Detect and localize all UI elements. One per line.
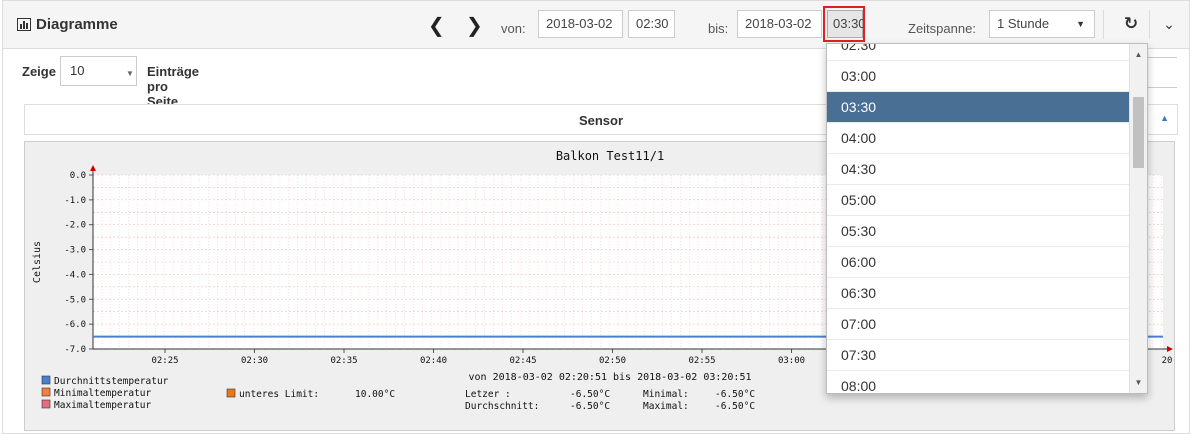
- y-tick-label: -2.0: [64, 221, 86, 231]
- legend-swatch: [41, 387, 51, 397]
- time-dropdown[interactable]: 02:30 03:00 03:30 04:00 04:30 05:00 05:30 06:00…: [826, 43, 1148, 394]
- stat-value: -6.50°C: [570, 389, 610, 400]
- refresh-icon[interactable]: ↻: [1117, 10, 1145, 38]
- panel-title: Diagramme: [36, 16, 118, 33]
- legend-swatch: [41, 399, 51, 409]
- to-date-input[interactable]: 2018-03-02: [737, 10, 822, 38]
- x-tick-label: 02:45: [509, 356, 536, 366]
- chevron-down-icon[interactable]: ⌄: [1155, 10, 1183, 38]
- limit-value: 10.00°C: [355, 389, 395, 400]
- chart-title: Balkon Test11/1: [556, 149, 664, 163]
- stat-value: -6.50°C: [570, 401, 610, 412]
- y-tick-label: -1.0: [64, 196, 86, 206]
- y-axis-label: Celsius: [32, 241, 43, 283]
- y-tick-label: -6.0: [64, 320, 86, 330]
- sort-asc-icon[interactable]: ▲: [1160, 113, 1169, 123]
- time-option[interactable]: 06:00: [827, 247, 1129, 278]
- scroll-up-icon[interactable]: ▲: [1130, 50, 1147, 59]
- time-option[interactable]: 03:30: [827, 92, 1129, 123]
- time-option[interactable]: 04:00: [827, 123, 1129, 154]
- x-tick-label: 02:35: [330, 356, 357, 366]
- limit-swatch: [226, 388, 236, 398]
- y-tick-label: -7.0: [64, 345, 86, 355]
- bar-chart-icon: [17, 18, 31, 31]
- time-option[interactable]: 08:00: [827, 371, 1129, 393]
- legend-swatch: [41, 375, 51, 385]
- to-time-highlight: [823, 6, 865, 42]
- time-option[interactable]: 05:00: [827, 185, 1129, 216]
- show-label: Zeige: [22, 64, 56, 79]
- span-select[interactable]: 1 Stunde ▼: [989, 10, 1095, 38]
- dropdown-scrollbar[interactable]: ▲ ▼: [1129, 44, 1147, 393]
- y-tick-label: -4.0: [64, 270, 86, 280]
- legend-label: Durchnittstemperatur: [54, 376, 169, 387]
- legend-label: Minimaltemperatur: [54, 388, 152, 399]
- scroll-down-icon[interactable]: ▼: [1130, 378, 1147, 387]
- time-option[interactable]: 07:30: [827, 340, 1129, 371]
- caret-down-icon: ▼: [126, 69, 134, 78]
- from-time-input[interactable]: 02:30: [628, 10, 675, 38]
- to-label: bis:: [708, 21, 729, 36]
- limit-label: unteres Limit:: [239, 389, 319, 400]
- x-tick-label: 02:40: [420, 356, 447, 366]
- x-axis-arrow: [1167, 346, 1173, 352]
- y-tick-label: 0.0: [70, 171, 86, 181]
- stat-label: Maximal:: [643, 401, 689, 412]
- span-label: Zeitspanne:: [908, 21, 976, 36]
- time-option[interactable]: 03:00: [827, 61, 1129, 92]
- stat-value: -6.50°C: [715, 389, 755, 400]
- prev-arrow-icon[interactable]: ❮: [428, 13, 445, 37]
- entries-label: Einträge pro Seite: [147, 64, 200, 109]
- x-tick-label: 03:00: [778, 356, 805, 366]
- time-option[interactable]: 07:00: [827, 309, 1129, 340]
- y-tick-label: -3.0: [64, 246, 86, 256]
- time-option-list: 02:30 03:00 03:30 04:00 04:30 05:00 05:30 06:00…: [827, 44, 1129, 393]
- stat-label: Durchschnitt:: [465, 401, 539, 412]
- from-label: von:: [501, 21, 526, 36]
- time-option[interactable]: 05:30: [827, 216, 1129, 247]
- span-select-value: 1 Stunde: [997, 16, 1050, 31]
- time-option[interactable]: 02:30: [827, 44, 1129, 61]
- y-axis-arrow: [90, 165, 96, 171]
- time-option[interactable]: 06:30: [827, 278, 1129, 309]
- x-axis-caption: von 2018-03-02 02:20:51 bis 2018-03-02 0…: [469, 372, 752, 383]
- time-option[interactable]: 04:30: [827, 154, 1129, 185]
- panel-header: Diagramme ❮ ❯ von: 2018-03-02 02:30 bis:…: [3, 1, 1189, 49]
- x-tick-label: 02:50: [599, 356, 626, 366]
- y-tick-label: -5.0: [64, 295, 86, 305]
- x-tick-label: 20: [1162, 356, 1173, 366]
- legend-label: Maximaltemperatur: [54, 400, 152, 411]
- x-tick-label: 02:25: [151, 356, 178, 366]
- from-date-input[interactable]: 2018-03-02: [538, 10, 623, 38]
- next-arrow-icon[interactable]: ❯: [466, 13, 483, 37]
- stat-value: -6.50°C: [715, 401, 755, 412]
- header-divider: [1103, 10, 1104, 39]
- scrollbar-thumb[interactable]: [1133, 97, 1144, 168]
- x-tick-label: 02:30: [241, 356, 268, 366]
- caret-down-icon: ▼: [1076, 19, 1085, 29]
- x-tick-label: 02:55: [688, 356, 715, 366]
- stat-label: Minimal:: [643, 389, 689, 400]
- header-divider: [1149, 10, 1150, 39]
- stat-label: Letzer :: [465, 389, 511, 400]
